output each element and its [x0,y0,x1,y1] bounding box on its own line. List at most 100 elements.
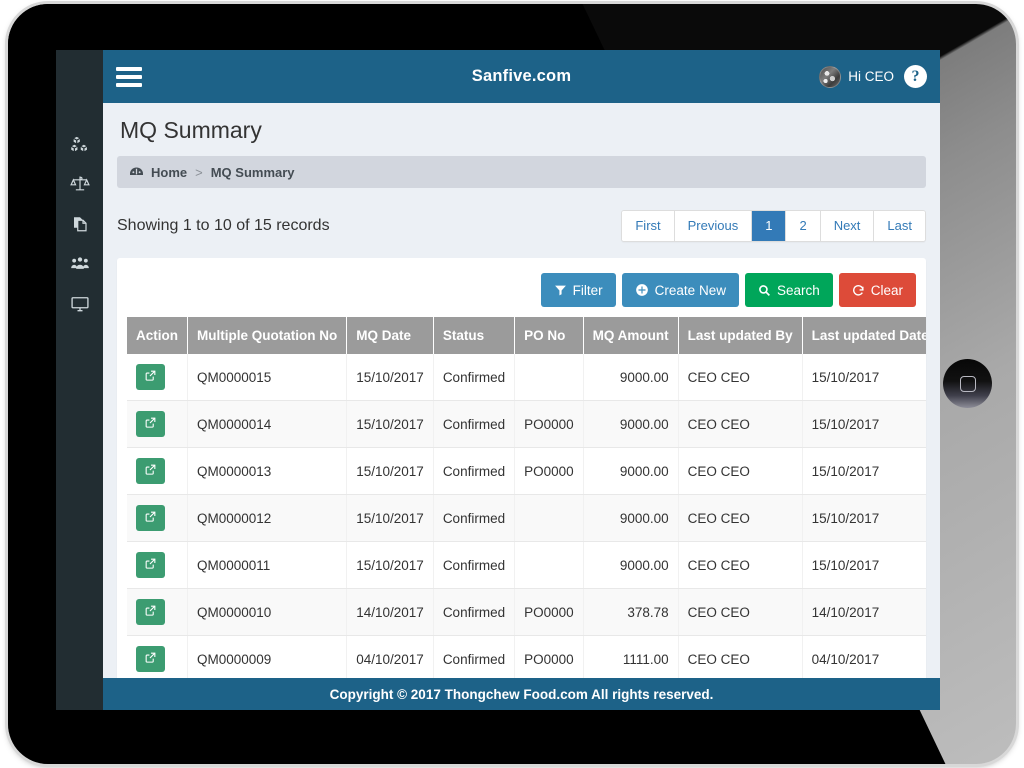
table-cell-updated-by: CEO CEO [678,447,803,495]
sidebar-item-quotations[interactable] [56,164,103,204]
search-button[interactable]: Search [744,273,833,307]
records-bar: Showing 1 to 10 of 15 records First Prev… [117,204,926,248]
table-cell-mq-date: 04/10/2017 [346,635,434,683]
cubes-icon [70,135,89,154]
row-edit-button[interactable] [136,411,165,437]
table-cell-updated-date: 15/10/2017 [802,494,926,542]
pagination-previous[interactable]: Previous [674,211,753,241]
table-cell-updated-by: CEO CEO [678,400,803,448]
table-cell-action [127,494,188,542]
table-cell-po-no: PO0000 [514,400,584,448]
sidebar-item-system[interactable] [56,284,103,324]
table-row: QM0000012 15/10/2017 Confirmed 9000.00 CEO C… [127,494,926,542]
refresh-icon [852,284,865,297]
row-edit-button[interactable] [136,646,165,672]
table-header-row: Action Multiple Quotation No MQ Date Sta… [127,317,926,354]
table-cell-status: Confirmed [433,494,516,542]
top-navbar: Sanfive.com Hi CEO ? [103,50,940,103]
table-cell-updated-date: 15/10/2017 [802,354,926,401]
table-cell-updated-date: 15/10/2017 [802,447,926,495]
table-cell-updated-by: CEO CEO [678,541,803,589]
table-cell-updated-date: 04/10/2017 [802,635,926,683]
table-row: QM0000014 15/10/2017 Confirmed PO0000 9000.0… [127,400,926,448]
row-edit-button[interactable] [136,364,165,390]
column-action[interactable]: Action [127,317,188,354]
pagination-page-2[interactable]: 2 [786,211,821,241]
table-cell-updated-date: 15/10/2017 [802,400,926,448]
row-edit-button[interactable] [136,505,165,531]
mq-summary-table: Action Multiple Quotation No MQ Date Sta… [127,317,926,699]
create-new-button-label: Create New [654,282,726,298]
table-cell-mq-amount: 9000.00 [583,400,679,448]
pagination-page-1[interactable]: 1 [752,211,787,241]
column-status[interactable]: Status [433,317,516,354]
column-last-updated-date[interactable]: Last updated Date [802,317,926,354]
table-cell-po-no: PO0000 [514,635,584,683]
external-link-edit-icon [144,416,157,432]
search-icon [758,284,771,297]
table-cell-mq-date: 14/10/2017 [346,588,434,636]
avatar [819,65,842,88]
user-greeting-label: Hi CEO [848,69,894,84]
table-cell-mq-amount: 9000.00 [583,354,679,401]
table-cell-po-no: PO0000 [514,588,584,636]
table-cell-status: Confirmed [433,588,516,636]
external-link-edit-icon [144,651,157,667]
table-row: QM0000010 14/10/2017 Confirmed PO0000 378.78… [127,588,926,636]
column-po-no[interactable]: PO No [514,317,584,354]
table-cell-mq-no: QM0000014 [187,400,348,448]
pagination-next[interactable]: Next [820,211,875,241]
column-mq-date[interactable]: MQ Date [346,317,434,354]
pagination-last[interactable]: Last [874,211,925,241]
table-cell-mq-amount: 9000.00 [583,494,679,542]
copy-files-icon [71,215,89,233]
row-edit-button[interactable] [136,599,165,625]
sidebar-item-customers[interactable] [56,244,103,284]
table-cell-status: Confirmed [433,447,516,495]
table-cell-action [127,588,188,636]
table-cell-mq-amount: 9000.00 [583,541,679,589]
pagination: First Previous 1 2 Next Last [621,210,926,242]
table-cell-mq-amount: 1111.00 [583,635,679,683]
table-cell-updated-date: 14/10/2017 [802,588,926,636]
column-multiple-quotation-no[interactable]: Multiple Quotation No [187,317,348,354]
table-cell-mq-date: 15/10/2017 [346,541,434,589]
column-last-updated-by[interactable]: Last updated By [678,317,803,354]
table-cell-mq-date: 15/10/2017 [346,447,434,495]
row-edit-button[interactable] [136,458,165,484]
table-cell-updated-date: 15/10/2017 [802,541,926,589]
table-cell-mq-no: QM0000015 [187,354,348,401]
table-cell-mq-no: QM0000011 [187,541,348,589]
hamburger-menu-icon[interactable] [103,50,155,103]
table-cell-po-no [514,494,584,542]
external-link-edit-icon [144,510,157,526]
content-area: MQ Summary Home > MQ Summary Showing 1 t… [103,103,940,710]
table-cell-po-no [514,541,584,589]
create-new-button[interactable]: Create New [621,273,739,307]
help-icon[interactable]: ? [904,65,927,88]
clear-button[interactable]: Clear [838,273,916,307]
dashboard-icon [129,166,144,179]
table-cell-mq-amount: 9000.00 [583,447,679,495]
breadcrumb-home-link[interactable]: Home [151,165,187,180]
table-row: QM0000013 15/10/2017 Confirmed PO0000 9000.0… [127,447,926,495]
home-button[interactable] [943,359,992,408]
row-edit-button[interactable] [136,552,165,578]
pagination-first[interactable]: First [622,211,675,241]
column-mq-amount[interactable]: MQ Amount [583,317,679,354]
page-footer: Copyright © 2017 Thongchew Food.com All … [103,678,940,710]
table-cell-status: Confirmed [433,541,516,589]
sidebar-item-products[interactable] [56,124,103,164]
sidebar-item-documents[interactable] [56,204,103,244]
page-title: MQ Summary [120,117,262,143]
table-toolbar: Filter Create New Search Clear [127,268,916,317]
desktop-monitor-icon [70,294,90,314]
table-cell-action [127,354,188,401]
table-row: QM0000015 15/10/2017 Confirmed 9000.00 CEO C… [127,354,926,401]
filter-button[interactable]: Filter [540,273,616,307]
filter-icon [554,284,567,297]
users-group-icon [70,254,90,274]
search-button-label: Search [776,282,820,298]
user-menu[interactable]: Hi CEO [819,65,894,88]
table-cell-status: Confirmed [433,400,516,448]
